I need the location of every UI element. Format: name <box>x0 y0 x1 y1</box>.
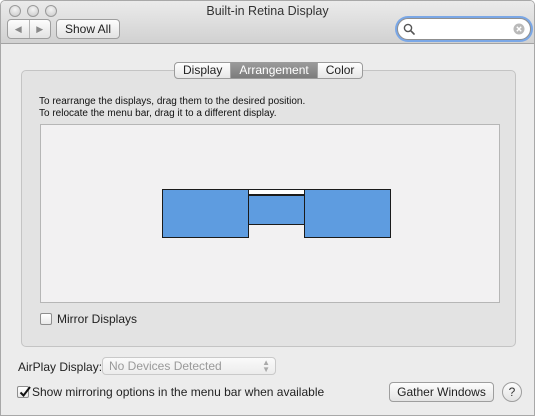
popup-arrows-icon: ▲ ▼ <box>262 358 270 374</box>
search-field[interactable] <box>397 18 531 40</box>
display-built-in[interactable] <box>248 195 305 225</box>
chevron-right-icon: ▶ <box>36 23 44 34</box>
show-mirroring-checkbox[interactable] <box>17 386 31 398</box>
display-right[interactable] <box>304 189 391 238</box>
search-icon <box>403 23 415 35</box>
instructions-line-2: To relocate the menu bar, drag it to a d… <box>39 108 277 119</box>
instructions-line-1: To rearrange the displays, drag them to … <box>39 96 306 107</box>
window-title: Built-in Retina Display <box>206 4 329 18</box>
mirror-displays-label: Mirror Displays <box>57 312 138 326</box>
airplay-display-label: AirPlay Display: <box>18 360 103 374</box>
arrangement-panel: To rearrange the displays, drag them to … <box>21 70 516 347</box>
airplay-display-select[interactable]: No Devices Detected ▲ ▼ <box>102 357 276 375</box>
tab-arrangement[interactable]: Arrangement <box>231 63 318 78</box>
checkmark-icon <box>19 386 31 398</box>
gather-windows-button[interactable]: Gather Windows <box>389 382 494 402</box>
tab-bar: Display Arrangement Color <box>174 62 364 79</box>
back-button[interactable]: ◀ <box>8 20 30 38</box>
menu-bar-indicator[interactable] <box>248 189 305 196</box>
tab-display[interactable]: Display <box>175 63 232 78</box>
show-mirroring-label: Show mirroring options in the menu bar w… <box>32 385 325 399</box>
search-input[interactable] <box>418 21 514 37</box>
arrangement-instructions: To rearrange the displays, drag them to … <box>39 96 305 120</box>
show-all-button[interactable]: Show All <box>56 19 120 39</box>
clear-search-icon[interactable] <box>513 23 525 35</box>
help-button[interactable]: ? <box>502 382 522 402</box>
chevron-left-icon: ◀ <box>14 23 22 34</box>
system-preferences-window: Built-in Retina Display ◀ ▶ Show All Dis… <box>0 0 535 416</box>
mirror-displays-checkbox[interactable] <box>40 313 52 325</box>
forward-button[interactable]: ▶ <box>30 20 51 38</box>
display-left[interactable] <box>162 189 249 238</box>
display-arrangement-area <box>40 124 500 303</box>
preferences-content: Display Arrangement Color To rearrange t… <box>1 44 534 415</box>
tab-color[interactable]: Color <box>318 63 363 78</box>
back-forward-control: ◀ ▶ <box>7 19 51 39</box>
airplay-selected-value: No Devices Detected <box>109 359 222 373</box>
title-bar: Built-in Retina Display ◀ ▶ Show All <box>1 1 534 44</box>
